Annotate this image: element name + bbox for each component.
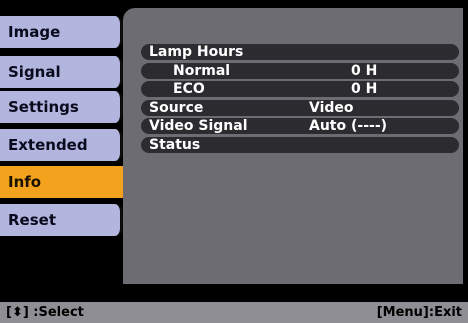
menu-item-extended[interactable]: Extended (0, 129, 123, 161)
lamp-normal-value: 0 H (351, 63, 378, 79)
menu-item-signal[interactable]: Signal (0, 56, 123, 88)
footer-bar: [⬍] :Select [Menu]:Exit (0, 302, 468, 323)
status-label: Status (149, 137, 201, 153)
menu-item-reset[interactable]: Reset (0, 204, 123, 236)
menu-item-signal-label: Signal (8, 63, 61, 81)
info-panel: Lamp Hours Normal 0 H ECO 0 H Source Vid… (123, 8, 463, 284)
lamp-hours-label: Lamp Hours (149, 44, 244, 60)
menu-item-settings[interactable]: Settings (0, 91, 123, 123)
source-label: Source (149, 100, 204, 116)
status-row: Status (141, 137, 459, 153)
menu-item-reset-label: Reset (8, 211, 56, 229)
exit-hint: [Menu]:Exit (376, 305, 462, 320)
lamp-normal-row: Normal 0 H (141, 63, 459, 79)
source-value: Video (309, 100, 354, 116)
menu-item-extended-label: Extended (8, 136, 88, 154)
menu-item-info[interactable]: Info (0, 166, 132, 198)
menu-item-image-label: Image (8, 23, 61, 41)
menu-item-info-label: Info (8, 173, 42, 191)
menu-item-settings-label: Settings (8, 98, 79, 116)
video-signal-label: Video Signal (149, 118, 248, 134)
lamp-eco-row: ECO 0 H (141, 81, 459, 97)
lamp-eco-value: 0 H (351, 81, 378, 97)
video-signal-row: Video Signal Auto (----) (141, 118, 459, 134)
menu-item-image[interactable]: Image (0, 16, 123, 48)
lamp-eco-label: ECO (173, 81, 205, 97)
source-row: Source Video (141, 100, 459, 116)
lamp-normal-label: Normal (173, 63, 231, 79)
video-signal-value: Auto (----) (309, 118, 388, 134)
select-hint: [⬍] :Select (6, 305, 84, 320)
lamp-hours-row: Lamp Hours (141, 44, 459, 60)
